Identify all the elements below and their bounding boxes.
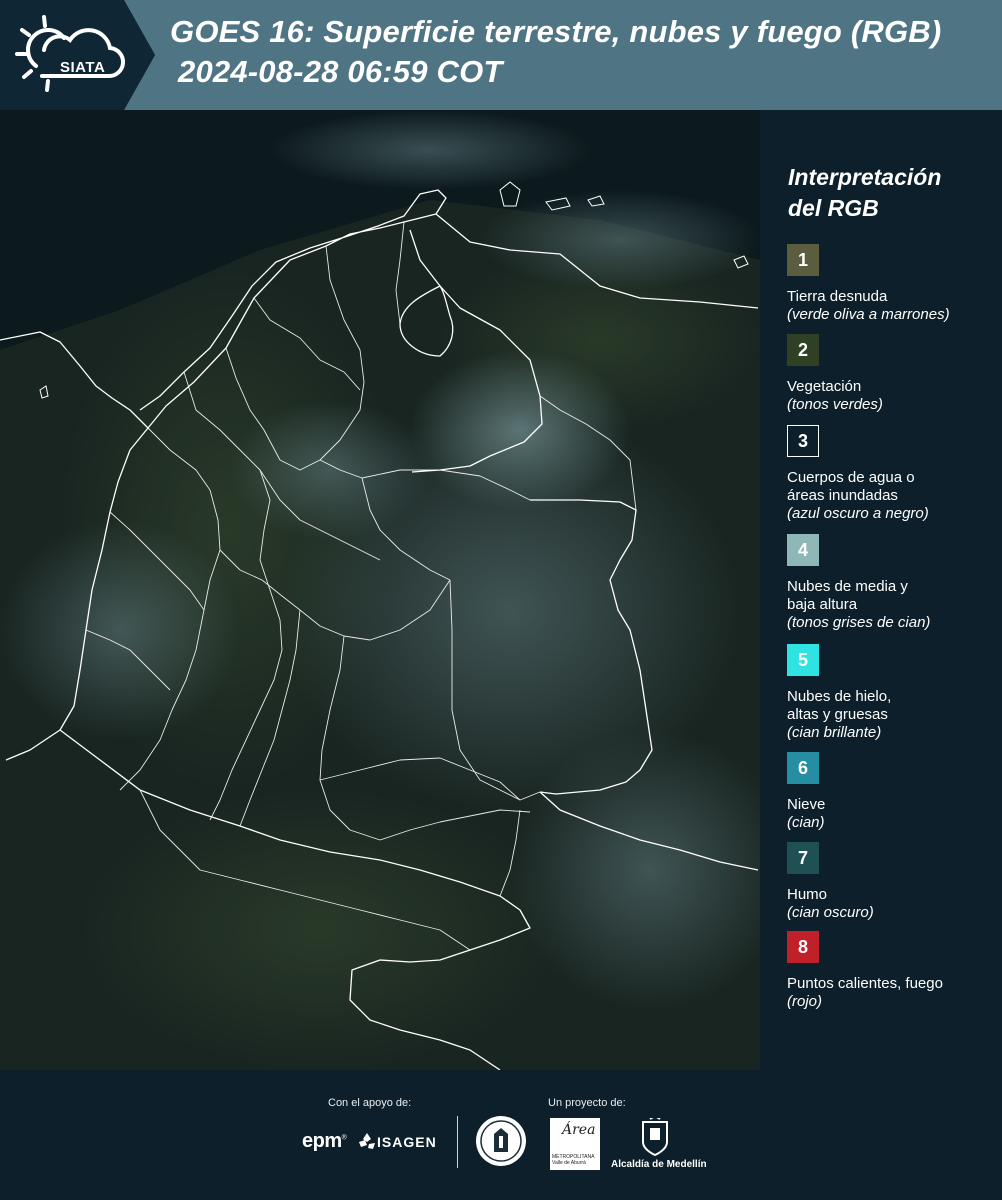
siata-logo: SIATA bbox=[14, 14, 126, 94]
area-metropolitana-logo: Área METROPOLITANA Valle de Aburrá bbox=[550, 1118, 600, 1170]
epm-logo-text: epm bbox=[302, 1130, 342, 1152]
legend-swatch: 7 bbox=[787, 842, 819, 874]
legend-label: Nieve (cian) bbox=[787, 796, 825, 832]
cloud-cluster bbox=[270, 110, 590, 190]
legend-item-water: 3 Cuerpos de agua o áreas inundadas (azu… bbox=[787, 425, 929, 523]
legend-swatch: 8 bbox=[787, 931, 819, 963]
legend-swatch: 5 bbox=[787, 644, 819, 676]
project-label: Un proyecto de: bbox=[548, 1097, 626, 1109]
university-seal-icon bbox=[476, 1116, 526, 1166]
legend-label-sub: (rojo) bbox=[787, 993, 823, 1010]
cloud-cluster bbox=[480, 190, 760, 290]
page-title: GOES 16: Superficie terrestre, nubes y f… bbox=[170, 14, 942, 49]
legend-item-bare-soil: 1 Tierra desnuda (verde oliva a marrones… bbox=[787, 244, 950, 324]
legend-title-line: Interpretación bbox=[788, 164, 942, 190]
legend-swatch: 4 bbox=[787, 534, 819, 566]
legend-item-smoke: 7 Humo (cian oscuro) bbox=[787, 842, 874, 922]
legend-swatch: 1 bbox=[787, 244, 819, 276]
legend-item-ice-clouds: 5 Nubes de hielo, altas y gruesas (cian … bbox=[787, 644, 891, 742]
legend-label: Cuerpos de agua o áreas inundadas (azul … bbox=[787, 469, 929, 523]
legend-label-text: Nubes de hielo, bbox=[787, 688, 892, 705]
legend-label-text: Cuerpos de agua o bbox=[787, 469, 915, 486]
legend-item-snow: 6 Nieve (cian) bbox=[787, 752, 825, 832]
legend-label: Nubes de media y baja altura (tonos gris… bbox=[787, 578, 930, 632]
isagen-text: ISAGEN bbox=[377, 1134, 437, 1150]
legend-label-text: Nieve bbox=[787, 796, 826, 813]
registered-mark: ® bbox=[341, 1134, 347, 1142]
legend-swatch: 2 bbox=[787, 334, 819, 366]
legend-label-sub: (tonos verdes) bbox=[787, 396, 883, 413]
legend-label-sub: (tonos grises de cian) bbox=[787, 614, 931, 631]
city-crest-icon bbox=[642, 1118, 668, 1156]
footer-divider bbox=[457, 1116, 458, 1168]
legend-item-vegetation: 2 Vegetación (tonos verdes) bbox=[787, 334, 883, 414]
legend-title-line: del RGB bbox=[788, 195, 879, 221]
legend-label-sub: (cian) bbox=[787, 814, 825, 831]
sun-cloud-icon bbox=[15, 15, 126, 92]
legend-panel: Interpretación del RGB 1 Tierra desnuda … bbox=[760, 110, 1002, 1070]
footer: Con el apoyo de: Un proyecto de: epm® IS… bbox=[0, 1070, 1002, 1200]
isagen-logo: ISAGEN bbox=[359, 1133, 436, 1156]
legend-label-sub: (verde oliva a marrones) bbox=[787, 306, 950, 323]
map-canvas bbox=[0, 110, 760, 1070]
legend-label: Nubes de hielo, altas y gruesas (cian br… bbox=[787, 688, 891, 742]
legend-label-sub: (cian brillante) bbox=[787, 724, 882, 741]
legend-title: Interpretación del RGB bbox=[788, 162, 941, 224]
area-caption-line: Valle de Aburrá bbox=[552, 1160, 586, 1166]
area-logo-script: Área bbox=[562, 1122, 596, 1138]
legend-swatch: 6 bbox=[787, 752, 819, 784]
area-logo-caption: METROPOLITANA Valle de Aburrá bbox=[552, 1154, 594, 1166]
legend-label: Vegetación (tonos verdes) bbox=[787, 378, 883, 414]
legend-item-fire: 8 Puntos calientes, fuego (rojo) bbox=[787, 931, 943, 1011]
legend-label-text: áreas inundadas bbox=[787, 487, 898, 504]
logo-text: SIATA bbox=[60, 59, 106, 76]
support-label: Con el apoyo de: bbox=[328, 1097, 412, 1109]
legend-label-text: Puntos calientes, fuego bbox=[787, 975, 943, 992]
legend-label-text: Humo bbox=[787, 886, 828, 903]
satellite-map[interactable] bbox=[0, 110, 760, 1070]
epm-logo: epm® bbox=[302, 1130, 347, 1153]
vegetation-zone bbox=[80, 790, 560, 1070]
legend-label-text: Vegetación bbox=[787, 378, 862, 395]
legend-swatch: 3 bbox=[787, 425, 819, 457]
legend-label: Tierra desnuda (verde oliva a marrones) bbox=[787, 288, 950, 324]
cloud-cluster bbox=[0, 520, 240, 740]
legend-label-text: baja altura bbox=[787, 596, 858, 613]
header: SIATA GOES 16: Superficie terrestre, nub… bbox=[0, 0, 1002, 110]
legend-label: Puntos calientes, fuego (rojo) bbox=[787, 975, 943, 1011]
legend-label: Humo (cian oscuro) bbox=[787, 886, 874, 922]
legend-item-low-clouds: 4 Nubes de media y baja altura (tonos gr… bbox=[787, 534, 930, 632]
legend-label-sub: (azul oscuro a negro) bbox=[787, 505, 929, 522]
isagen-icon bbox=[359, 1133, 375, 1149]
alcaldia-text: Alcaldía de Medellín bbox=[611, 1159, 707, 1170]
legend-label-text: Tierra desnuda bbox=[787, 288, 888, 305]
timestamp: 2024-08-28 06:59 COT bbox=[178, 54, 503, 89]
legend-label-text: Nubes de media y bbox=[787, 578, 908, 595]
legend-label-sub: (cian oscuro) bbox=[787, 904, 874, 921]
legend-label-text: altas y gruesas bbox=[787, 706, 888, 723]
